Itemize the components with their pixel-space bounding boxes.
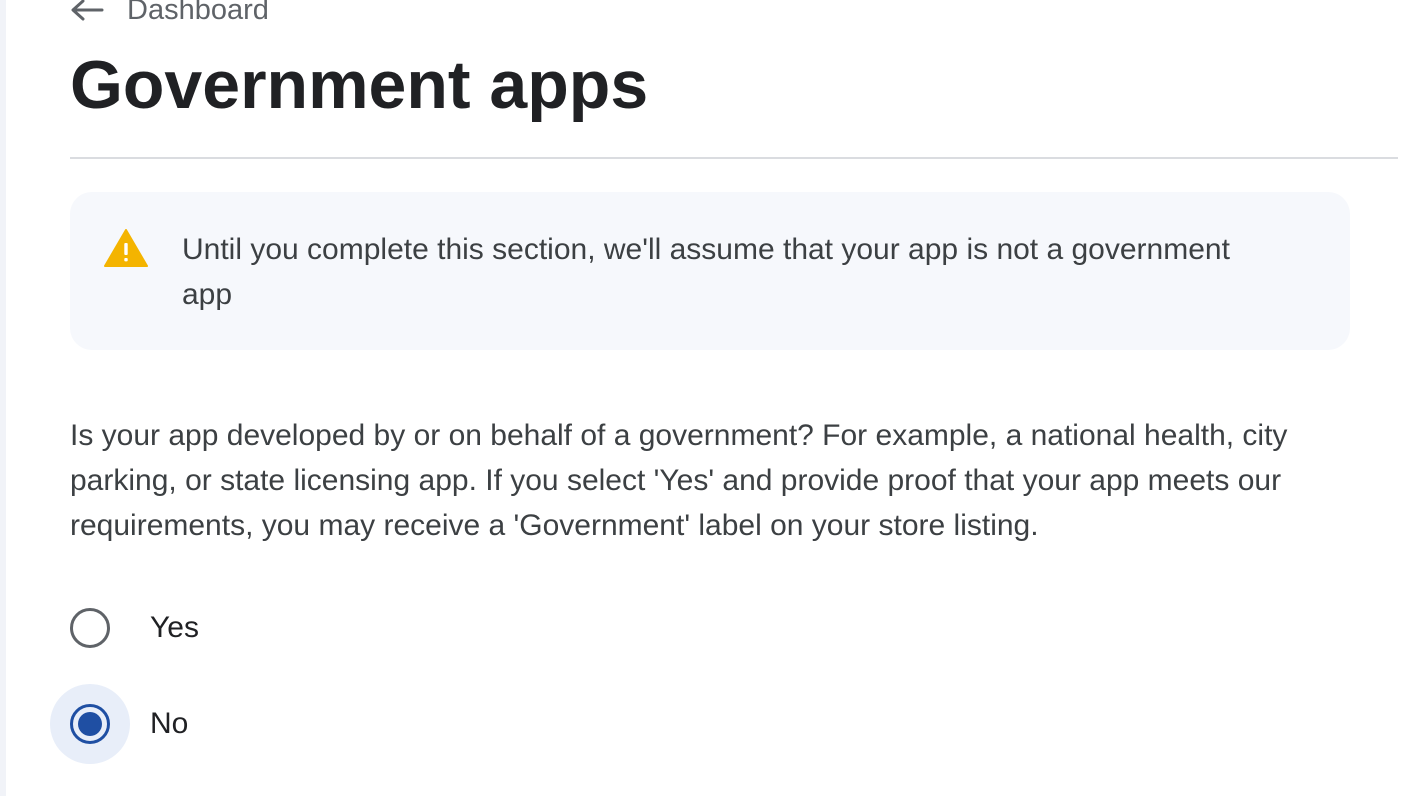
radio-selected-dot bbox=[78, 712, 102, 736]
back-to-dashboard-link[interactable]: Dashboard bbox=[70, 0, 269, 30]
radio-label-no[interactable]: No bbox=[150, 707, 188, 741]
back-link-label: Dashboard bbox=[127, 0, 269, 26]
radio-option-yes[interactable]: Yes bbox=[50, 588, 199, 668]
radio-label-yes[interactable]: Yes bbox=[150, 611, 199, 645]
radio-no-hit-area[interactable] bbox=[50, 684, 130, 764]
government-app-question: Is your app developed by or on behalf of… bbox=[70, 419, 1288, 542]
header-divider bbox=[70, 157, 1398, 159]
notice-text: Until you complete this section, we'll a… bbox=[182, 233, 1230, 311]
radio-button-unselected[interactable] bbox=[70, 608, 110, 648]
government-apps-page: Dashboard Government apps Until you comp… bbox=[0, 0, 1418, 796]
radio-option-no[interactable]: No bbox=[50, 684, 188, 764]
incomplete-section-notice: Until you complete this section, we'll a… bbox=[70, 192, 1350, 350]
radio-yes-hit-area[interactable] bbox=[50, 588, 130, 668]
page-title: Government apps bbox=[70, 47, 649, 123]
warning-icon bbox=[103, 228, 149, 268]
arrow-left-icon bbox=[70, 0, 104, 22]
radio-button-selected[interactable] bbox=[70, 704, 110, 744]
